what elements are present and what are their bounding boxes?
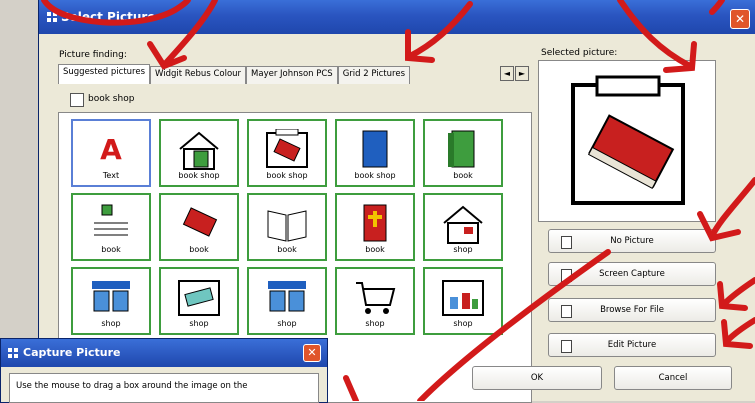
- shopfront-icon: [92, 281, 130, 312]
- edit-picture-label: Edit Picture: [607, 340, 657, 350]
- picture-cell[interactable]: shop: [423, 267, 503, 335]
- tab-scroll-left-button[interactable]: ◄: [500, 66, 514, 81]
- tab-mayer-johnson-pcs[interactable]: Mayer Johnson PCS: [246, 66, 338, 84]
- picture-label: book shop: [266, 171, 308, 180]
- house-shop-icon: [443, 205, 483, 244]
- blue-book-icon: [362, 130, 388, 168]
- selected-picture-label: Selected picture:: [541, 48, 618, 58]
- svg-text:A: A: [100, 133, 122, 166]
- house-book-icon: [179, 131, 219, 170]
- no-picture-button[interactable]: No Picture: [548, 229, 716, 253]
- no-picture-label: No Picture: [610, 236, 654, 246]
- picture-cell[interactable]: book: [335, 193, 415, 261]
- browse-for-file-button[interactable]: Browse For File: [548, 298, 716, 322]
- open-book-icon: [267, 210, 307, 242]
- screen-capture-icon: [561, 269, 572, 282]
- browse-for-file-label: Browse For File: [600, 305, 664, 315]
- ok-button[interactable]: OK: [472, 366, 602, 390]
- capture-picture-window: Capture Picture ✕ Use the mouse to drag …: [0, 338, 328, 403]
- picture-label: shop: [365, 319, 385, 328]
- picture-cell[interactable]: book: [71, 193, 151, 261]
- edit-picture-icon: [561, 340, 572, 353]
- grid-app-icon: [8, 348, 18, 358]
- capture-window-title: Capture Picture: [23, 346, 121, 359]
- picture-label: book: [453, 171, 473, 180]
- picture-finding-label: Picture finding:: [59, 50, 127, 60]
- red-book-icon: [182, 207, 218, 237]
- search-input[interactable]: book shop: [88, 94, 134, 104]
- window-title: Select Picture: [61, 10, 156, 24]
- close-button[interactable]: ✕: [730, 9, 750, 29]
- picture-cell[interactable]: book shop: [335, 119, 415, 187]
- tab-suggested-pictures[interactable]: Suggested pictures: [58, 64, 151, 84]
- tab-grid-2-pictures[interactable]: Grid 2 Pictures: [337, 66, 410, 84]
- grid-app-icon: [47, 12, 57, 22]
- picture-label: book shop: [178, 171, 220, 180]
- picture-cell[interactable]: book: [159, 193, 239, 261]
- picture-cell[interactable]: A Text: [71, 119, 151, 187]
- picture-cell[interactable]: book: [247, 193, 327, 261]
- bible-icon: [363, 204, 387, 242]
- book-shop-sign-icon: [266, 129, 308, 168]
- book-list-icon: [94, 204, 128, 236]
- tab-scroll-right-button[interactable]: ►: [515, 66, 529, 81]
- tab-widgit-rebus-colour[interactable]: Widgit Rebus Colour: [150, 66, 247, 84]
- letter-a-icon: A: [100, 133, 122, 166]
- picture-search-icon[interactable]: [70, 93, 84, 107]
- picture-label: Text: [102, 171, 120, 180]
- picture-cell[interactable]: shop: [159, 267, 239, 335]
- shopfront-icon: [268, 281, 306, 312]
- shop-sign-icon: [178, 280, 220, 316]
- picture-label: shop: [101, 319, 121, 328]
- picture-cell[interactable]: shop: [423, 193, 503, 261]
- picture-cell[interactable]: book: [423, 119, 503, 187]
- no-picture-icon: [561, 236, 572, 249]
- picture-label: shop: [189, 319, 209, 328]
- picture-label: book: [189, 245, 209, 254]
- selected-picture-preview: [538, 60, 716, 222]
- cancel-button[interactable]: Cancel: [614, 366, 732, 390]
- screen-capture-label: Screen Capture: [599, 269, 665, 279]
- picture-label: book: [365, 245, 385, 254]
- screen-capture-button[interactable]: Screen Capture: [548, 262, 716, 286]
- picture-label: book: [101, 245, 121, 254]
- capture-title-bar[interactable]: Capture Picture ✕: [1, 339, 327, 367]
- picture-label: shop: [453, 319, 473, 328]
- folder-icon: [561, 305, 572, 318]
- capture-instruction-text: Use the mouse to drag a box around the i…: [16, 381, 248, 391]
- picture-label: shop: [277, 319, 297, 328]
- picture-cell[interactable]: shop: [247, 267, 327, 335]
- picture-cell[interactable]: shop: [335, 267, 415, 335]
- capture-close-button[interactable]: ✕: [303, 344, 321, 362]
- picture-cell[interactable]: book shop: [159, 119, 239, 187]
- picture-label: book shop: [354, 171, 396, 180]
- green-book-icon: [448, 130, 475, 168]
- edit-picture-button[interactable]: Edit Picture: [548, 333, 716, 357]
- red-book-preview-icon: [571, 75, 685, 205]
- picture-cell[interactable]: book shop: [247, 119, 327, 187]
- picture-label: book: [277, 245, 297, 254]
- picture-label: shop: [453, 245, 473, 254]
- library-tabs: Suggested pictures Widgit Rebus Colour M…: [58, 64, 410, 84]
- shop-display-icon: [442, 280, 484, 316]
- picture-cell[interactable]: shop: [71, 267, 151, 335]
- title-bar[interactable]: Select Picture ✕: [39, 0, 755, 34]
- shopping-cart-icon: [356, 282, 396, 314]
- capture-instruction-box: Use the mouse to drag a box around the i…: [9, 373, 319, 403]
